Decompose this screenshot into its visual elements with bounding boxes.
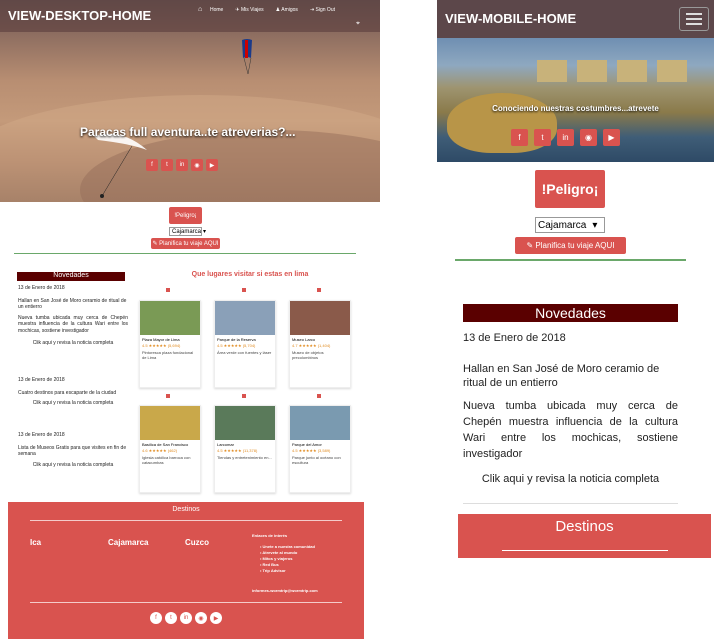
place-image [140, 301, 200, 335]
news-headline: Hallan en San José de Moro ceramio de ri… [463, 363, 660, 389]
novedades-header: Novedades [463, 304, 678, 322]
twitter-icon[interactable]: t [165, 612, 177, 624]
hero-title: Paracas full aventura..te atreverias?... [80, 125, 296, 139]
place-image [215, 301, 275, 335]
twitter-icon[interactable]: t [161, 159, 173, 171]
nav-sign-out[interactable]: ⇥ Sign Out [310, 7, 335, 13]
nav-amigos[interactable]: ♟ Amigos [276, 7, 298, 13]
place-image [140, 406, 200, 440]
links-list: • Unete a nuestra comunidad • Atrevete a… [260, 544, 315, 574]
destinos-title: Destinos [555, 518, 614, 535]
hero-social-icons: f t in ◉ ▶ [146, 159, 218, 171]
linkedin-icon[interactable]: in [180, 612, 192, 624]
linkedin-icon[interactable]: in [557, 129, 574, 146]
city-select[interactable]: Cajamarca ▾ [535, 217, 605, 233]
mobile-social-icons: f t in ◉ ▶ [511, 129, 620, 146]
place-card[interactable]: Parque del Amor 4.5 ★★★★★ (3,589) Parque j… [289, 405, 351, 493]
place-card[interactable]: Larcomar 4.5 ★★★★★ (11,378) Tiendas y entr… [214, 405, 276, 493]
instagram-icon[interactable]: ◉ [580, 129, 597, 146]
paraglider-image [242, 39, 252, 75]
links-title: Enlaces de interés [252, 533, 288, 538]
hamburger-menu-icon[interactable] [679, 7, 709, 31]
place-image [290, 406, 350, 440]
footer-social-icons: f t in ◉ ▶ [150, 612, 222, 624]
place-image [215, 406, 275, 440]
crosshair-icon[interactable]: ⌖ [356, 20, 360, 28]
footer-link[interactable]: • Trip Advisor [260, 568, 315, 574]
mobile-hero-caption: Conociendo nuestras costumbres...atrevet… [492, 104, 659, 113]
peligro-button[interactable]: !Peligro¡ [169, 207, 202, 224]
news-item: 13 de Enero de 2018 Cuatro destinos para… [18, 377, 128, 407]
instagram-icon[interactable]: ◉ [191, 159, 203, 171]
twitter-icon[interactable]: t [534, 129, 551, 146]
news-link[interactable]: Clik aqui y revisa la noticia completa [18, 340, 128, 347]
divider [455, 259, 686, 261]
destinos-panel: Destinos [458, 514, 711, 558]
place-image [290, 301, 350, 335]
novedades-header: Novedades [17, 272, 125, 281]
nav-mis-viajes[interactable]: ✈ Mis Viajes [235, 7, 263, 13]
facebook-icon[interactable]: f [150, 612, 162, 624]
desktop-view: VIEW-DESKTOP-HOME ⌂ Home ✈ Mis Viajes ♟ … [0, 0, 380, 639]
news-link[interactable]: Clik aqui y revisa la noticia completa [463, 473, 678, 485]
linkedin-icon[interactable]: in [176, 159, 188, 171]
brand-title[interactable]: VIEW-DESKTOP-HOME [8, 8, 151, 23]
facebook-icon[interactable]: f [146, 159, 158, 171]
divider [14, 253, 356, 254]
city-select[interactable]: Cajamarca ▾ [169, 227, 206, 236]
footer: Destinos Ica Cajamarca Cuzco Enlaces de … [8, 502, 364, 639]
email-link[interactable]: informes-wormtrip@wormtrip.com [252, 588, 318, 593]
news-body: Nueva tumba ubicada muy cerca de Chepén … [463, 400, 678, 460]
peligro-button[interactable]: !Peligro¡ [535, 170, 605, 208]
plan-trip-button[interactable]: ✎ Planifica tu viaje AQUI [151, 238, 220, 249]
news-date: 13 de Enero de 2018 [463, 332, 566, 344]
home-icon[interactable]: ⌂ [198, 6, 202, 13]
main-nav: Home ✈ Mis Viajes ♟ Amigos ⇥ Sign Out [210, 7, 335, 13]
youtube-icon[interactable]: ▶ [603, 129, 620, 146]
news-link[interactable]: Clik aqui y revisa la noticia completa [18, 462, 128, 469]
place-card[interactable]: Museo Larco 4.7 ★★★★★ (1,404) Museo de obj… [289, 300, 351, 388]
facebook-icon[interactable]: f [511, 129, 528, 146]
city-ica[interactable]: Ica [30, 538, 41, 547]
news-item: 13 de Enero de 2018 Hallan en San José d… [18, 285, 128, 347]
youtube-icon[interactable]: ▶ [210, 612, 222, 624]
place-card[interactable]: Parque de la Reserva 4.5 ★★★★★ (5,704) Áre… [214, 300, 276, 388]
instagram-icon[interactable]: ◉ [195, 612, 207, 624]
place-card[interactable]: Plaza Mayor de Lima 4.5 ★★★★★ (5,694) Pint… [139, 300, 201, 388]
news-item: 13 de Enero de 2018 Lista de Museos Grat… [18, 432, 128, 469]
youtube-icon[interactable]: ▶ [206, 159, 218, 171]
paraglider-image [94, 133, 147, 198]
mobile-view: VIEW-MOBILE-HOME Conociendo nuestras cos… [437, 0, 714, 639]
footer-title: Destinos [172, 506, 200, 513]
city-cajamarca[interactable]: Cajamarca [108, 538, 148, 547]
nav-home[interactable]: Home [210, 7, 223, 13]
mobile-brand-title[interactable]: VIEW-MOBILE-HOME [445, 11, 576, 26]
city-cuzco[interactable]: Cuzco [185, 538, 209, 547]
places-title: Que lugares visitar si estas en lima [191, 271, 309, 278]
place-card[interactable]: Basílica de San Francisco 4.6 ★★★★★ (462)… [139, 405, 201, 493]
mobile-hero-banner: Conociendo nuestras costumbres...atrevet… [437, 38, 714, 162]
news-link[interactable]: Clik aqui y revisa la noticia completa [18, 400, 128, 407]
plan-trip-button[interactable]: ✎ Planifica tu viaje AQUI [515, 237, 626, 254]
